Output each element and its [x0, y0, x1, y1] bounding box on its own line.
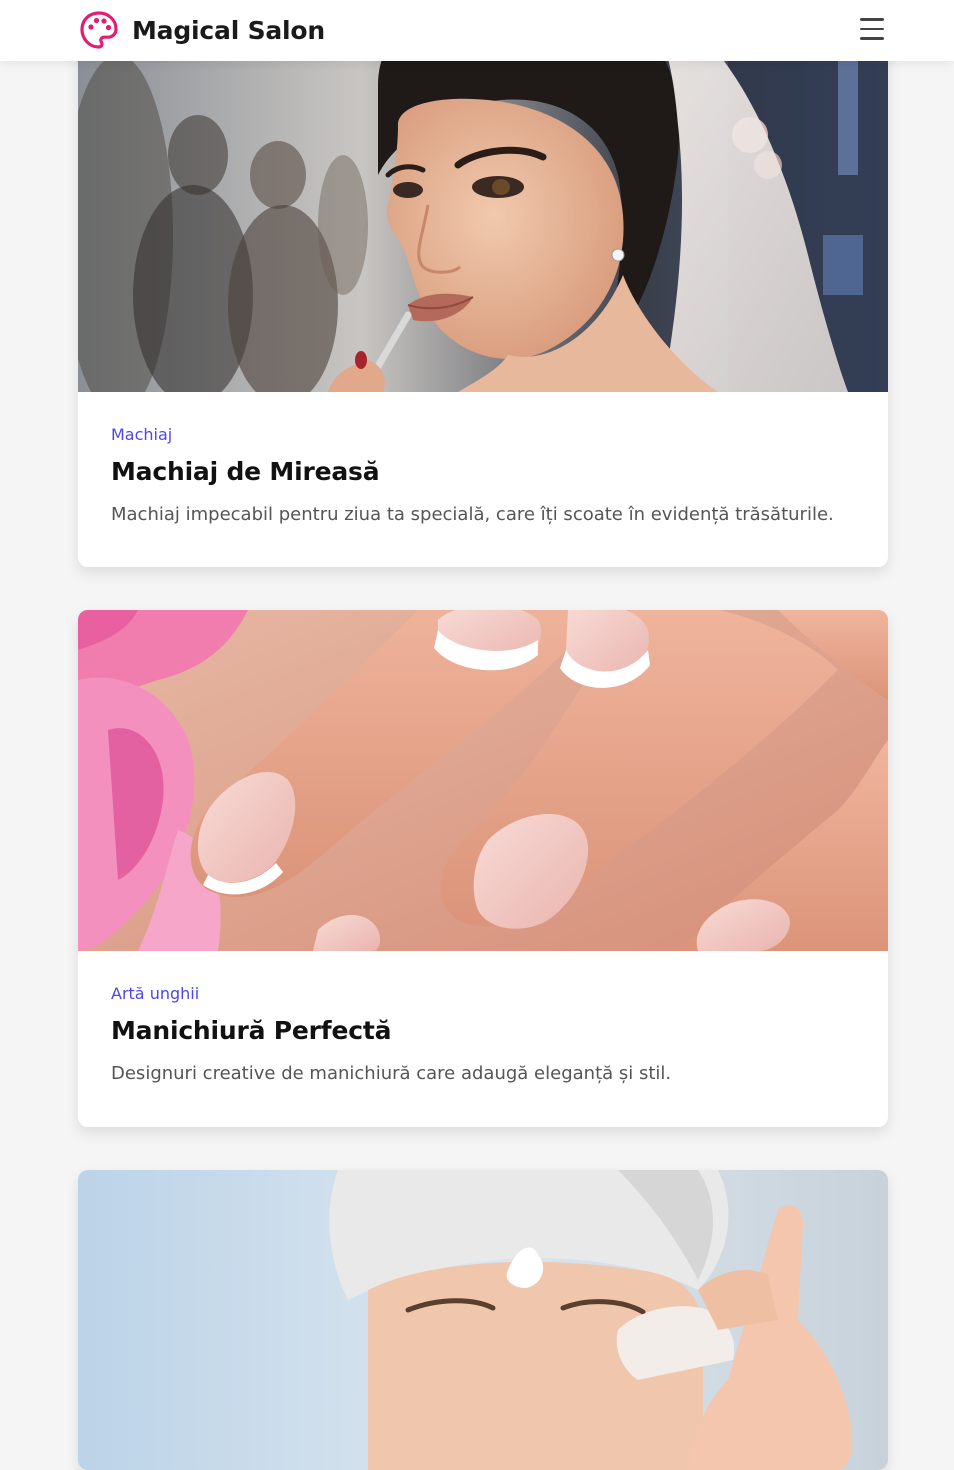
- brand-name: Magical Salon: [132, 15, 325, 45]
- service-card[interactable]: [78, 1170, 888, 1470]
- card-body: Machiaj Machiaj de Mireasă Machiaj impec…: [78, 392, 888, 528]
- card-description: Designuri creative de manichiură care ad…: [111, 1063, 672, 1084]
- menu-line: [860, 27, 884, 31]
- brand-link[interactable]: Magical Salon: [79, 10, 325, 50]
- menu-line: [860, 18, 884, 21]
- card-title[interactable]: Machiaj de Mireasă: [111, 457, 855, 486]
- hamburger-menu-icon[interactable]: [860, 16, 886, 42]
- manicure-image: [78, 610, 888, 951]
- service-card[interactable]: Artă unghii Manichiură Perfectă Designur…: [78, 610, 888, 1127]
- card-title[interactable]: Manichiură Perfectă: [111, 1016, 855, 1045]
- site-header: Magical Salon: [0, 0, 954, 61]
- menu-line: [860, 37, 884, 40]
- card-category[interactable]: Machiaj: [111, 425, 855, 444]
- service-card[interactable]: Machiaj Machiaj de Mireasă Machiaj impec…: [78, 0, 888, 567]
- skincare-image: [78, 1170, 888, 1470]
- card-description: Machiaj impecabil pentru ziua ta special…: [111, 504, 834, 525]
- card-body: Artă unghii Manichiură Perfectă Designur…: [78, 951, 888, 1087]
- card-category[interactable]: Artă unghii: [111, 984, 855, 1003]
- palette-icon: [80, 11, 118, 49]
